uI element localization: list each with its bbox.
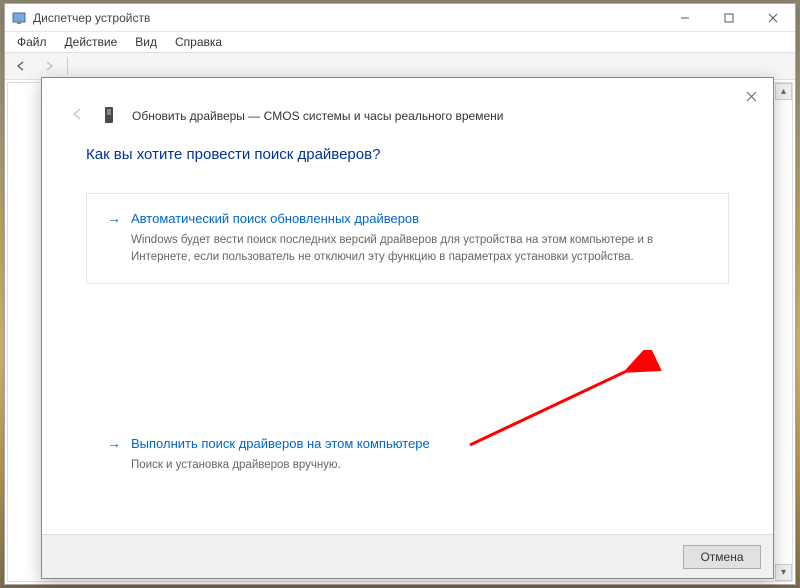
cancel-button[interactable]: Отмена [683, 545, 761, 569]
spacer [86, 298, 729, 418]
menu-bar: Файл Действие Вид Справка [5, 32, 795, 52]
toolbar-button[interactable] [74, 55, 98, 77]
dialog-footer: Отмена [42, 534, 773, 578]
option-auto-title: Автоматический поиск обновленных драйвер… [131, 211, 419, 226]
window-controls [663, 4, 795, 31]
arrow-right-icon: → [107, 435, 121, 451]
menu-view[interactable]: Вид [127, 33, 165, 51]
update-driver-dialog: Обновить драйверы — CMOS системы и часы … [41, 77, 774, 579]
option-browse-title: Выполнить поиск драйверов на этом компью… [131, 436, 430, 451]
menu-file[interactable]: Файл [9, 33, 55, 51]
toolbar-separator [67, 57, 68, 75]
dialog-close-button[interactable] [739, 84, 763, 108]
minimize-button[interactable] [663, 4, 707, 32]
dialog-body: Как вы хотите провести поиск драйверов? … [42, 136, 773, 534]
window-title: Диспетчер устройств [33, 11, 663, 25]
option-auto-search[interactable]: → Автоматический поиск обновленных драйв… [86, 193, 729, 284]
forward-icon[interactable] [37, 55, 61, 77]
back-arrow-icon[interactable] [68, 107, 88, 126]
maximize-button[interactable] [707, 4, 751, 32]
menu-help[interactable]: Справка [167, 33, 230, 51]
option-auto-desc: Windows будет вести поиск последних верс… [107, 232, 708, 265]
close-button[interactable] [751, 4, 795, 32]
device-icon [102, 106, 118, 126]
option-browse-computer[interactable]: → Выполнить поиск драйверов на этом комп… [86, 418, 729, 493]
arrow-right-icon: → [107, 210, 121, 226]
toolbar-button[interactable] [102, 55, 126, 77]
dialog-title: Обновить драйверы — CMOS системы и часы … [132, 109, 503, 123]
option-browse-desc: Поиск и установка драйверов вручную. [107, 457, 708, 474]
question-heading: Как вы хотите провести поиск драйверов? [86, 146, 729, 163]
toolbar-button[interactable] [158, 55, 182, 77]
title-bar: Диспетчер устройств [5, 4, 795, 32]
app-icon [11, 10, 27, 26]
scroll-up-button[interactable]: ▴ [775, 83, 792, 100]
menu-action[interactable]: Действие [57, 33, 126, 51]
scroll-down-button[interactable]: ▾ [775, 564, 792, 581]
toolbar [5, 52, 795, 80]
toolbar-button[interactable] [130, 55, 154, 77]
dialog-header: Обновить драйверы — CMOS системы и часы … [42, 78, 773, 136]
back-icon[interactable] [9, 55, 33, 77]
